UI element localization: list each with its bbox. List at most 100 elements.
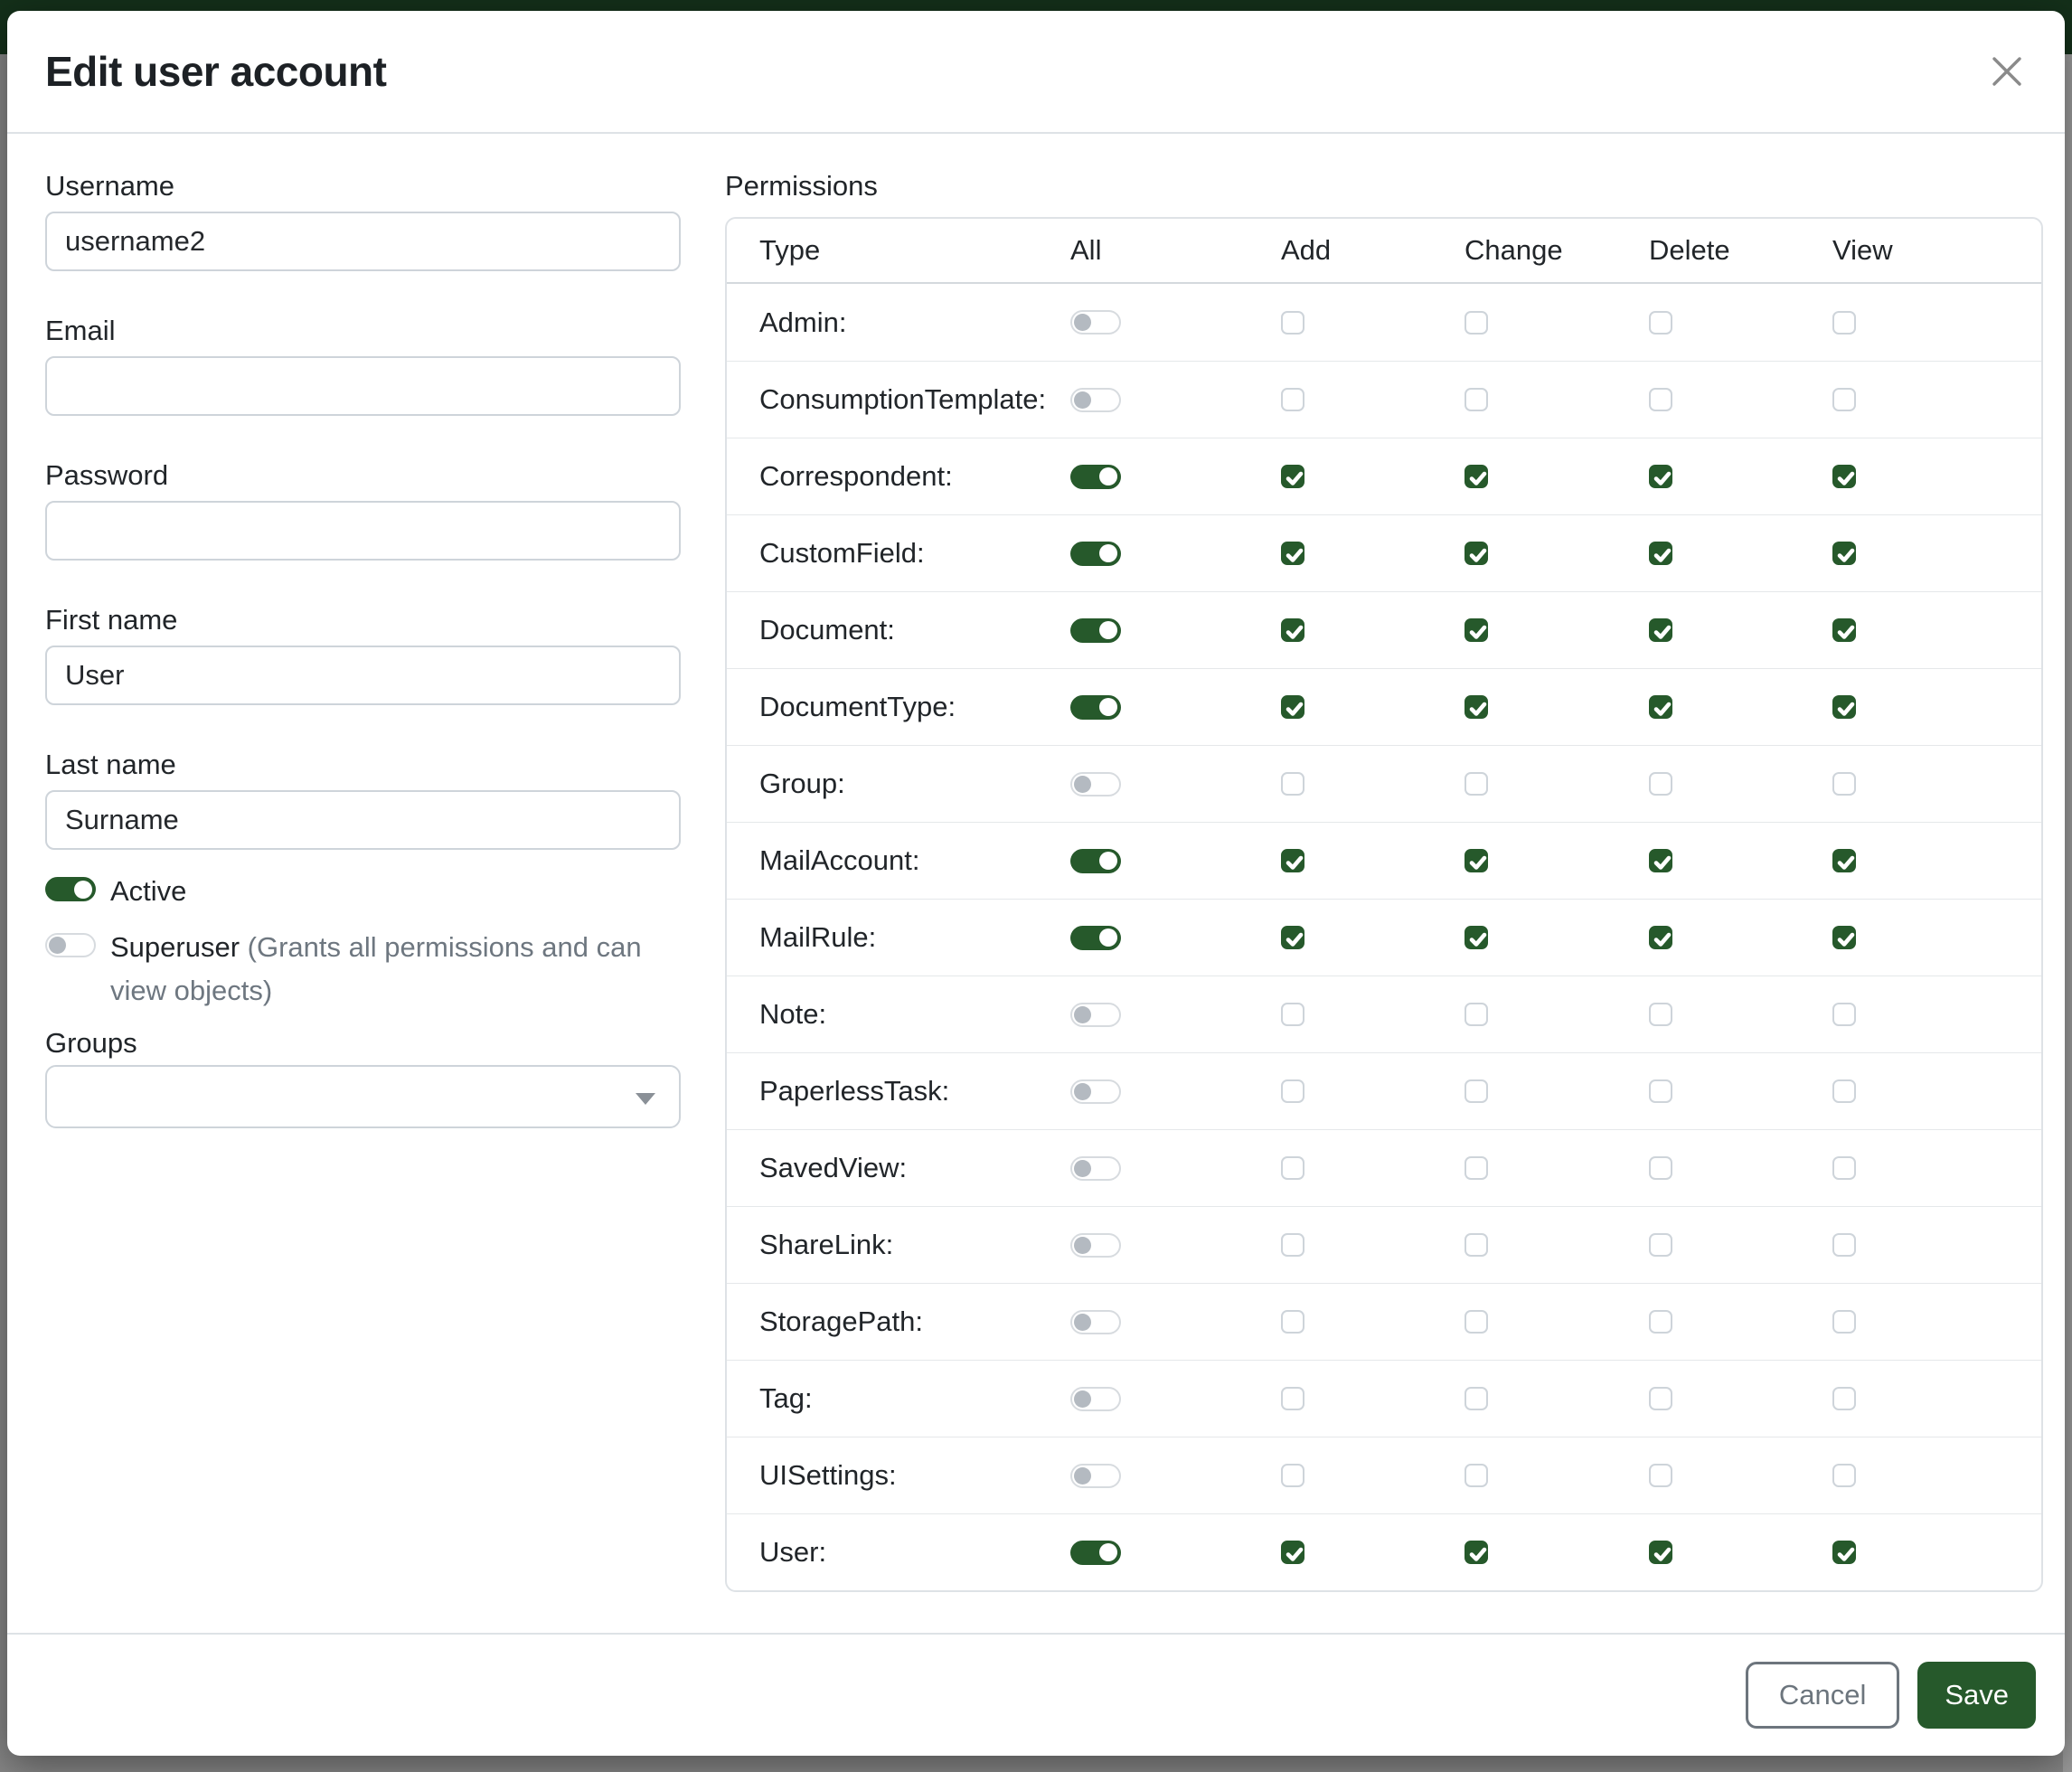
permission-view-checkbox[interactable] — [1832, 1541, 1856, 1564]
permission-view-checkbox[interactable] — [1832, 1387, 1856, 1410]
email-field[interactable] — [45, 356, 681, 416]
superuser-toggle[interactable] — [45, 933, 96, 957]
permission-delete-checkbox[interactable] — [1649, 1310, 1672, 1334]
permission-all-toggle[interactable] — [1070, 1233, 1121, 1258]
permission-change-checkbox[interactable] — [1465, 772, 1488, 796]
permission-add-checkbox[interactable] — [1281, 388, 1304, 411]
permission-type-label: Document: — [759, 614, 895, 646]
permission-all-toggle[interactable] — [1070, 542, 1121, 566]
toggle-knob — [1074, 391, 1091, 409]
check-icon — [1651, 851, 1674, 874]
permission-add-checkbox[interactable] — [1281, 1003, 1304, 1026]
permission-all-toggle[interactable] — [1070, 1541, 1121, 1565]
permission-change-checkbox[interactable] — [1465, 695, 1488, 719]
permission-view-checkbox[interactable] — [1832, 926, 1856, 949]
dialog-title: Edit user account — [45, 47, 386, 96]
permission-add-checkbox[interactable] — [1281, 465, 1304, 488]
permission-delete-checkbox[interactable] — [1649, 465, 1672, 488]
permission-add-checkbox[interactable] — [1281, 311, 1304, 335]
permission-delete-checkbox[interactable] — [1649, 542, 1672, 565]
permission-view-checkbox[interactable] — [1832, 542, 1856, 565]
permission-all-toggle[interactable] — [1070, 465, 1121, 489]
permission-all-toggle[interactable] — [1070, 772, 1121, 796]
permission-delete-checkbox[interactable] — [1649, 618, 1672, 642]
permission-change-checkbox[interactable] — [1465, 618, 1488, 642]
permission-change-checkbox[interactable] — [1465, 465, 1488, 488]
permission-view-checkbox[interactable] — [1832, 1156, 1856, 1180]
permission-all-toggle[interactable] — [1070, 1310, 1121, 1334]
permission-change-checkbox[interactable] — [1465, 1464, 1488, 1487]
permission-all-toggle[interactable] — [1070, 1464, 1121, 1488]
permission-all-toggle[interactable] — [1070, 926, 1121, 950]
first-name-field[interactable] — [45, 646, 681, 705]
permission-delete-checkbox[interactable] — [1649, 311, 1672, 335]
cancel-button[interactable]: Cancel — [1746, 1662, 1900, 1729]
permission-change-checkbox[interactable] — [1465, 388, 1488, 411]
save-button[interactable]: Save — [1917, 1662, 2036, 1729]
permission-all-toggle[interactable] — [1070, 388, 1121, 412]
permission-all-toggle[interactable] — [1070, 849, 1121, 873]
last-name-field[interactable] — [45, 790, 681, 850]
permission-change-checkbox[interactable] — [1465, 1310, 1488, 1334]
permission-all-toggle[interactable] — [1070, 1387, 1121, 1411]
permission-change-checkbox[interactable] — [1465, 542, 1488, 565]
permission-view-checkbox[interactable] — [1832, 1310, 1856, 1334]
permission-delete-checkbox[interactable] — [1649, 772, 1672, 796]
permission-add-checkbox[interactable] — [1281, 1079, 1304, 1103]
permission-delete-checkbox[interactable] — [1649, 388, 1672, 411]
groups-select[interactable] — [45, 1065, 681, 1128]
permission-view-checkbox[interactable] — [1832, 311, 1856, 335]
permission-delete-checkbox[interactable] — [1649, 695, 1672, 719]
permission-change-checkbox[interactable] — [1465, 1233, 1488, 1257]
permission-delete-checkbox[interactable] — [1649, 1233, 1672, 1257]
permission-add-checkbox[interactable] — [1281, 1156, 1304, 1180]
permission-add-checkbox[interactable] — [1281, 926, 1304, 949]
permission-view-checkbox[interactable] — [1832, 1079, 1856, 1103]
permission-change-checkbox[interactable] — [1465, 926, 1488, 949]
permission-change-checkbox[interactable] — [1465, 1079, 1488, 1103]
permission-delete-checkbox[interactable] — [1649, 1003, 1672, 1026]
permission-all-toggle[interactable] — [1070, 1003, 1121, 1027]
permission-view-checkbox[interactable] — [1832, 465, 1856, 488]
permission-add-checkbox[interactable] — [1281, 542, 1304, 565]
permission-all-toggle[interactable] — [1070, 310, 1121, 335]
permission-view-checkbox[interactable] — [1832, 388, 1856, 411]
permission-all-toggle[interactable] — [1070, 1079, 1121, 1104]
permission-change-checkbox[interactable] — [1465, 1003, 1488, 1026]
permission-delete-checkbox[interactable] — [1649, 926, 1672, 949]
close-button[interactable] — [1985, 50, 2029, 93]
permission-add-checkbox[interactable] — [1281, 1541, 1304, 1564]
permission-view-checkbox[interactable] — [1832, 618, 1856, 642]
permission-all-toggle[interactable] — [1070, 1156, 1121, 1181]
permission-add-checkbox[interactable] — [1281, 1387, 1304, 1410]
permission-add-checkbox[interactable] — [1281, 1310, 1304, 1334]
permission-change-checkbox[interactable] — [1465, 311, 1488, 335]
permission-change-checkbox[interactable] — [1465, 1156, 1488, 1180]
permission-add-checkbox[interactable] — [1281, 772, 1304, 796]
permission-add-checkbox[interactable] — [1281, 849, 1304, 872]
username-input[interactable] — [45, 212, 681, 271]
permission-delete-checkbox[interactable] — [1649, 1387, 1672, 1410]
permission-add-checkbox[interactable] — [1281, 1233, 1304, 1257]
permission-add-checkbox[interactable] — [1281, 618, 1304, 642]
permission-change-checkbox[interactable] — [1465, 1387, 1488, 1410]
permission-view-checkbox[interactable] — [1832, 772, 1856, 796]
permission-add-checkbox[interactable] — [1281, 695, 1304, 719]
active-toggle[interactable] — [45, 877, 96, 901]
permission-add-checkbox[interactable] — [1281, 1464, 1304, 1487]
permission-view-checkbox[interactable] — [1832, 1003, 1856, 1026]
permission-all-toggle[interactable] — [1070, 618, 1121, 643]
permission-delete-checkbox[interactable] — [1649, 849, 1672, 872]
permission-view-checkbox[interactable] — [1832, 695, 1856, 719]
permission-delete-checkbox[interactable] — [1649, 1541, 1672, 1564]
permission-change-checkbox[interactable] — [1465, 1541, 1488, 1564]
permission-view-checkbox[interactable] — [1832, 1233, 1856, 1257]
permission-view-checkbox[interactable] — [1832, 849, 1856, 872]
permission-all-toggle[interactable] — [1070, 695, 1121, 720]
permission-delete-checkbox[interactable] — [1649, 1156, 1672, 1180]
permission-delete-checkbox[interactable] — [1649, 1464, 1672, 1487]
permission-change-checkbox[interactable] — [1465, 849, 1488, 872]
password-field[interactable] — [45, 501, 681, 561]
permission-delete-checkbox[interactable] — [1649, 1079, 1672, 1103]
permission-view-checkbox[interactable] — [1832, 1464, 1856, 1487]
